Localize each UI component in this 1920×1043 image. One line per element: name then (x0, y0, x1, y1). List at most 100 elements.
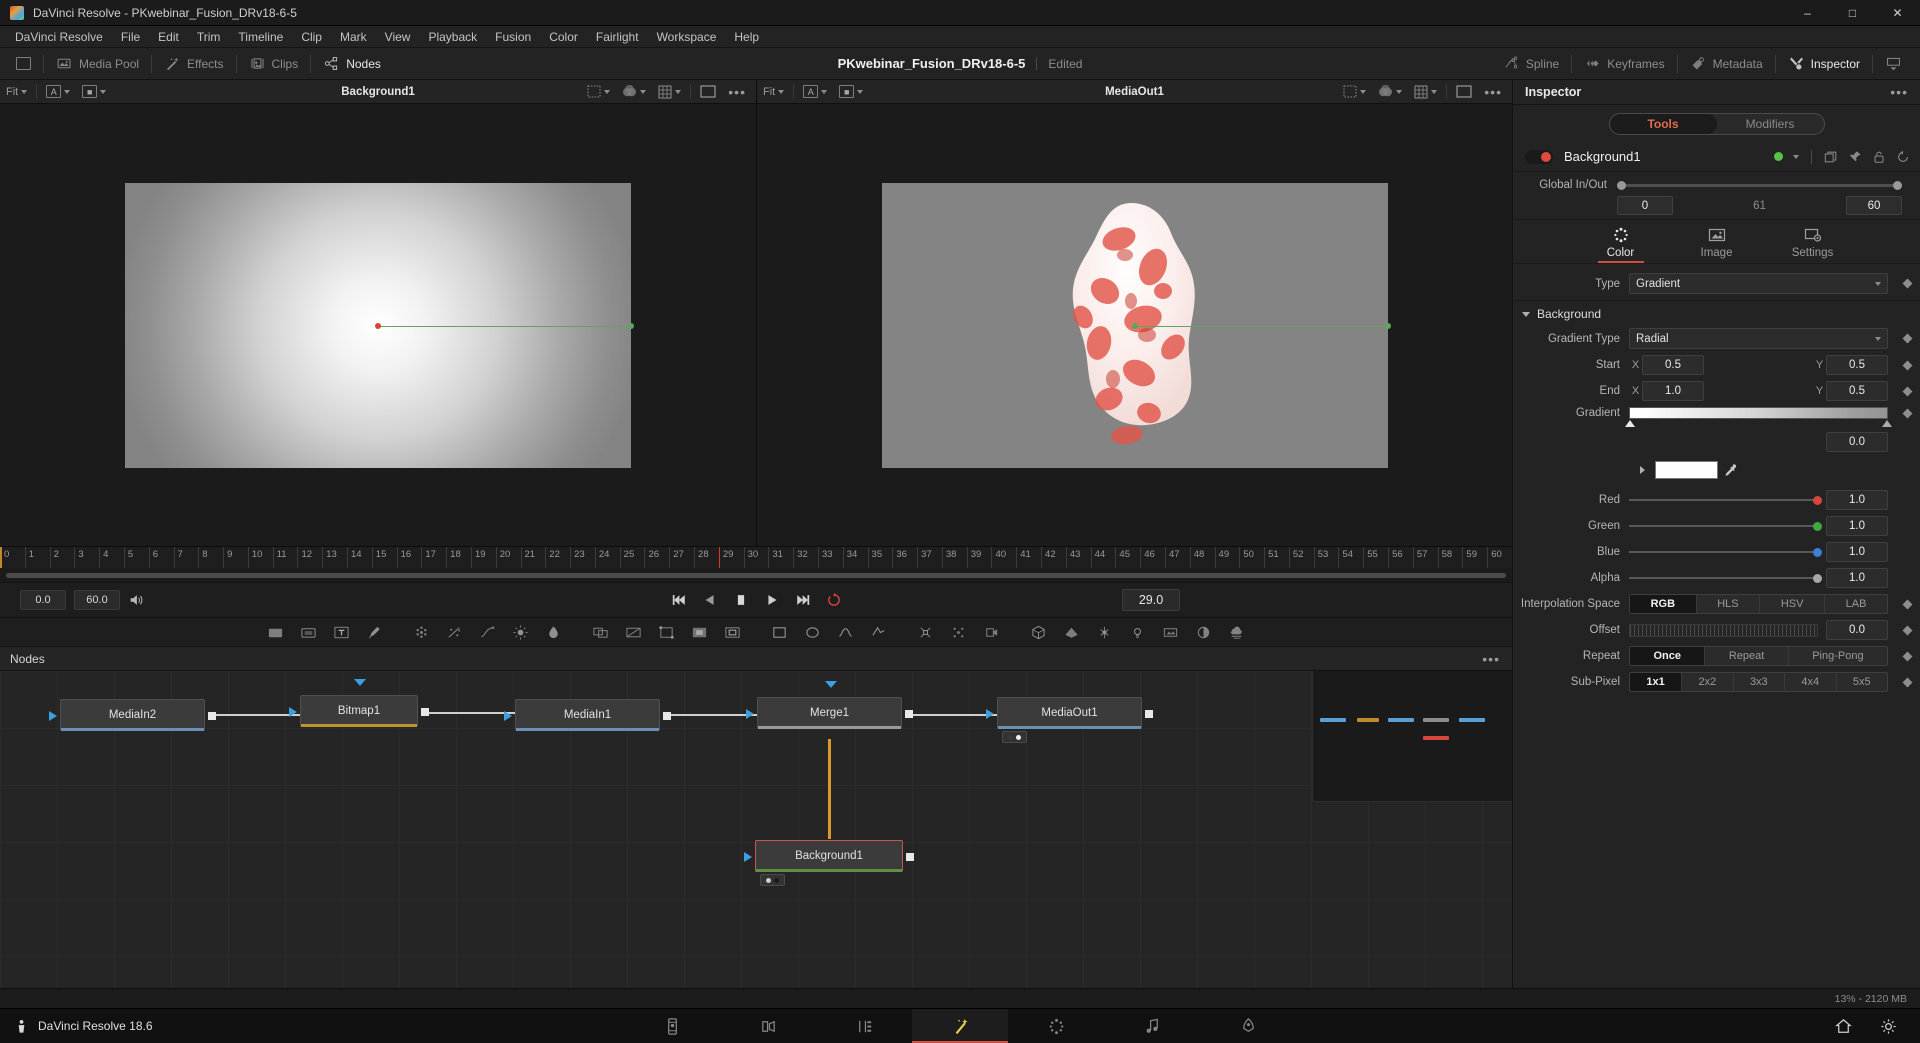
menu-trim[interactable]: Trim (188, 26, 230, 48)
gradient-type-dropdown[interactable]: Radial (1629, 328, 1888, 349)
alpha-field[interactable]: 1.0 (1826, 568, 1888, 588)
tool-enable-toggle[interactable] (1525, 149, 1553, 164)
viewer-1-display-dropdown[interactable]: ■ (76, 80, 112, 104)
end-keyframe-button[interactable] (1894, 386, 1920, 396)
page-color[interactable] (1008, 1009, 1104, 1043)
expand-swatch-button[interactable] (1629, 466, 1655, 474)
offset-keyframe-button[interactable] (1894, 625, 1920, 635)
node-input-arrow[interactable] (504, 711, 512, 721)
pin-icon[interactable] (1848, 150, 1862, 164)
repeat-repeat-button[interactable]: Repeat (1705, 647, 1789, 665)
viewer-2-dot[interactable] (1016, 734, 1021, 740)
page-fusion[interactable] (912, 1008, 1008, 1043)
start-y-field[interactable]: 0.5 (1826, 355, 1888, 375)
collapse-panel-button[interactable] (1875, 48, 1912, 80)
jump-to-end-button[interactable] (795, 592, 811, 608)
gradient-start-handle[interactable] (375, 322, 381, 329)
viewer-2-display-dropdown[interactable]: ■ (833, 80, 869, 104)
gradient-end-handle[interactable] (628, 322, 634, 329)
global-in-handle[interactable] (1617, 180, 1626, 190)
viewer-2-overflow-button[interactable]: ••• (1478, 85, 1508, 99)
red-slider[interactable] (1629, 495, 1822, 505)
subpixel-3x3-button[interactable]: 3x3 (1734, 673, 1786, 691)
shape3d-tool-button[interactable] (1022, 619, 1055, 645)
node-viewer-badge[interactable] (1002, 731, 1027, 743)
gradient-start-handle[interactable] (1131, 322, 1138, 329)
node-background1[interactable]: Background1 (744, 840, 914, 886)
repeat-keyframe-button[interactable] (1894, 651, 1920, 661)
color-corrector-button[interactable] (537, 619, 570, 645)
brightness-contrast-button[interactable] (504, 619, 537, 645)
alpha-slider[interactable] (1629, 573, 1822, 583)
offset-slider[interactable] (1629, 623, 1818, 637)
background-section-header[interactable]: Background (1513, 300, 1920, 325)
viewer-1-canvas[interactable] (0, 104, 756, 546)
node-output-port[interactable] (421, 708, 429, 716)
node-input-arrow[interactable] (746, 709, 754, 719)
menu-playback[interactable]: Playback (419, 26, 486, 48)
spline-button[interactable]: Spline (1493, 48, 1569, 80)
planar-tracker-button[interactable] (942, 619, 975, 645)
node-mediain1[interactable]: MediaIn1 (504, 699, 671, 731)
menu-file[interactable]: File (112, 26, 149, 48)
current-frame-field[interactable]: 29.0 (1122, 589, 1180, 611)
interp-keyframe-button[interactable] (1894, 599, 1920, 609)
node-input-arrow[interactable] (744, 852, 752, 862)
play-button[interactable] (764, 592, 780, 608)
start-x-field[interactable]: 0.5 (1642, 355, 1704, 375)
viewer-2-zoom-dropdown[interactable]: Fit (757, 80, 790, 104)
tab-settings[interactable]: Settings (1782, 226, 1844, 263)
chevron-down-icon[interactable] (1793, 154, 1799, 159)
type-dropdown[interactable]: Gradient (1629, 273, 1888, 294)
polygon-mask-button[interactable] (862, 619, 895, 645)
gradient-end-handle[interactable] (1384, 322, 1391, 329)
rectangle-mask-button[interactable] (763, 619, 796, 645)
viewer-1-zoom-dropdown[interactable]: Fit (0, 80, 33, 104)
reset-icon[interactable] (1896, 150, 1910, 164)
global-out-field[interactable]: 60 (1846, 196, 1902, 215)
inspector-button[interactable]: Inspector (1778, 48, 1870, 80)
keyframes-button[interactable]: Keyframes (1574, 48, 1674, 80)
loop-button[interactable] (826, 592, 842, 608)
red-field[interactable]: 1.0 (1826, 490, 1888, 510)
time-ruler[interactable]: 0 1 2 3 4 5 6 7 8 9 10 11 12 13 14 15 16 17 18 19 20 21 22 23 24… (0, 546, 1512, 568)
node-output-port[interactable] (1145, 710, 1153, 718)
paint-tool-button[interactable] (358, 619, 391, 645)
gradient-stop-start[interactable] (1625, 420, 1635, 427)
node-top-input-arrow[interactable] (354, 679, 366, 686)
step-back-button[interactable] (702, 592, 718, 608)
menu-mark[interactable]: Mark (331, 26, 376, 48)
viewer-1-dot[interactable] (1008, 734, 1013, 740)
node-output-port[interactable] (208, 712, 216, 720)
media-pool-button[interactable]: Media Pool (46, 48, 149, 80)
global-out-handle[interactable] (1893, 180, 1902, 190)
viewer-1-grid-button[interactable] (652, 80, 687, 104)
menu-color[interactable]: Color (540, 26, 587, 48)
end-x-field[interactable]: 1.0 (1642, 381, 1704, 401)
menu-fairlight[interactable]: Fairlight (587, 26, 648, 48)
gradient-stop-end[interactable] (1882, 420, 1892, 427)
timeline-playhead[interactable] (718, 547, 720, 568)
light-tool-button[interactable] (1121, 619, 1154, 645)
menu-view[interactable]: View (376, 26, 420, 48)
particle-spawn-button[interactable] (438, 619, 471, 645)
timeline-scroll-row[interactable] (0, 568, 1512, 582)
offset-field[interactable]: 0.0 (1826, 620, 1888, 640)
tracker-tool-button[interactable] (909, 619, 942, 645)
node-mediain2[interactable]: MediaIn2 (49, 699, 216, 731)
nodes-overflow-button[interactable]: ••• (1476, 652, 1506, 666)
blur-tool-button[interactable] (292, 619, 325, 645)
node-output-port[interactable] (906, 853, 914, 861)
menu-timeline[interactable]: Timeline (229, 26, 292, 48)
timeline-scrollbar[interactable] (6, 572, 1506, 578)
end-y-field[interactable]: 0.5 (1826, 381, 1888, 401)
node-output-port[interactable] (905, 710, 913, 718)
resize-tool-button[interactable] (683, 619, 716, 645)
tab-color[interactable]: Color (1590, 226, 1652, 263)
interp-hls-button[interactable]: HLS (1697, 595, 1761, 613)
viewer-2-grid-button[interactable] (1408, 80, 1443, 104)
viewer-2-dot[interactable] (774, 877, 779, 883)
clips-button[interactable]: Clips (239, 48, 309, 80)
page-media[interactable] (624, 1009, 720, 1043)
stop-button[interactable] (733, 592, 749, 608)
